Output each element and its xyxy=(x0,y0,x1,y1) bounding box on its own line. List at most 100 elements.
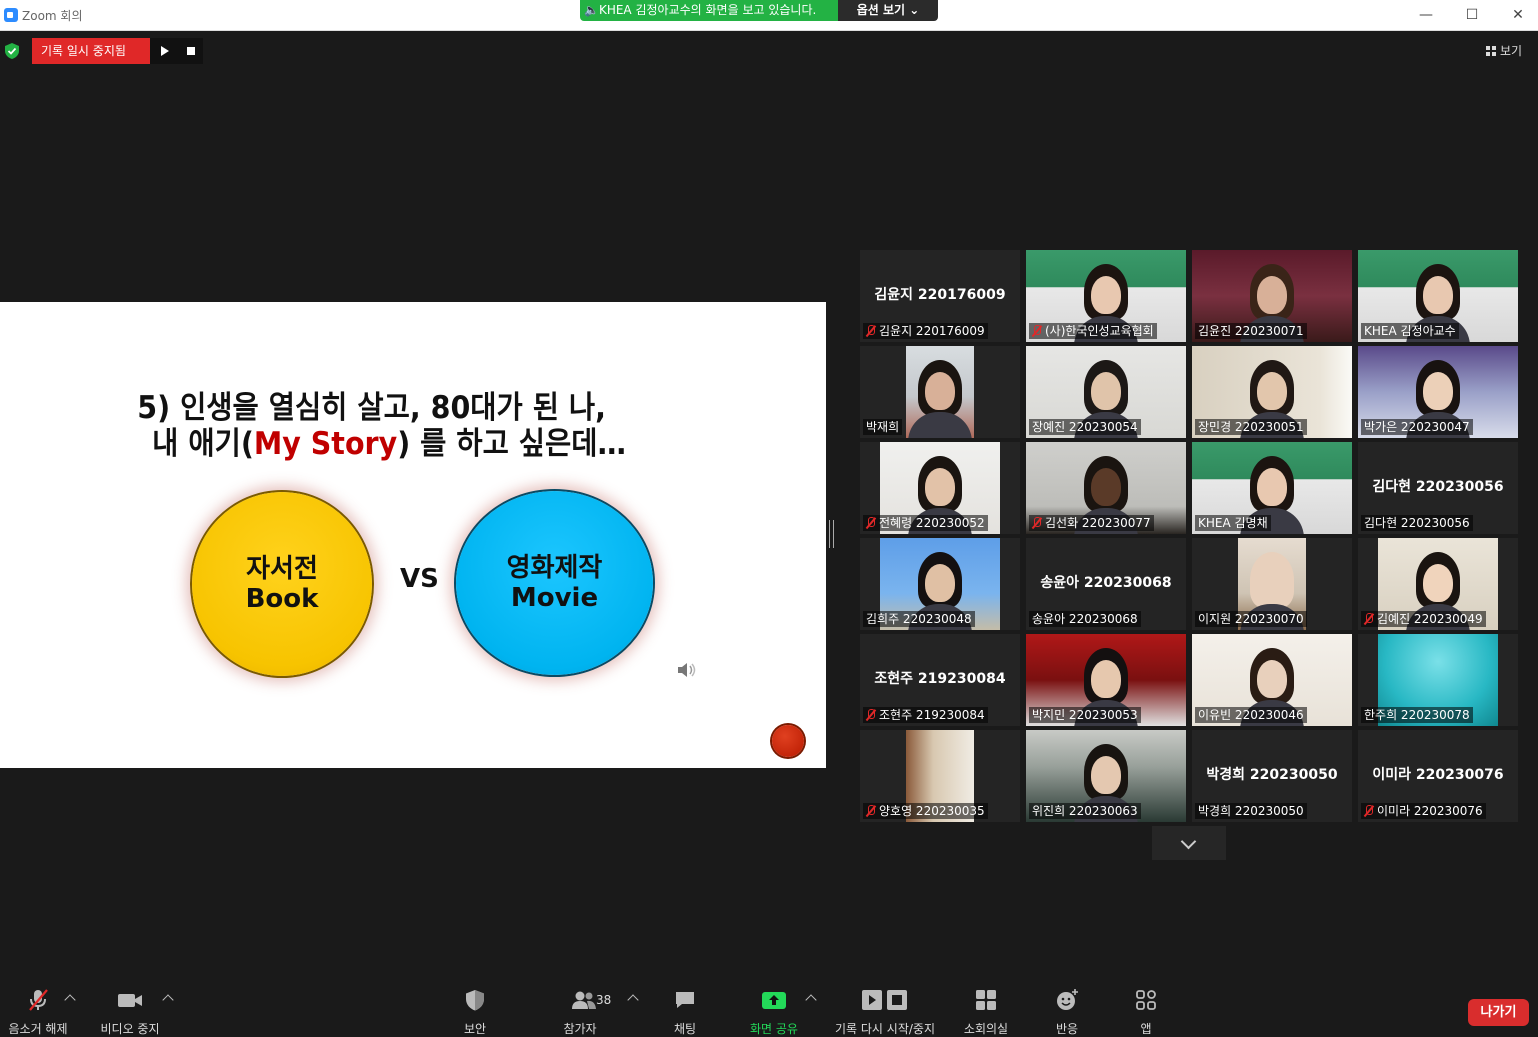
participant-name: 위진희 220230063 xyxy=(1032,804,1138,818)
participant-name-label: 위진희 220230063 xyxy=(1029,803,1141,819)
microphone-muted-icon xyxy=(1032,325,1041,337)
slide-title-line1: 5) 인생을 열심히 살고, 80대가 된 나, xyxy=(137,390,606,426)
participant-tile[interactable]: (사)한국인성교육협회 xyxy=(1026,250,1186,342)
participant-tile[interactable]: 김다현 220230056 김다현 220230056 xyxy=(1358,442,1518,534)
participant-tile[interactable]: 장민경 220230051 xyxy=(1192,346,1352,438)
share-banner-text: KHEA 김정아교수의 화면을 보고 있습니다. xyxy=(598,3,817,17)
participants-count: 38 xyxy=(596,993,612,1007)
participant-tile[interactable]: 송윤아 220230068 송윤아 220230068 xyxy=(1026,538,1186,630)
window-title: Zoom 회의 xyxy=(22,9,83,23)
unmute-label: 음소거 해제 xyxy=(8,1022,68,1036)
panel-resize-handle[interactable] xyxy=(829,520,834,548)
participant-name: 김다현 220230056 xyxy=(1364,516,1470,530)
participant-face xyxy=(925,468,955,506)
participant-tile[interactable]: 이지원 220230070 xyxy=(1192,538,1352,630)
book-circle: 자서전 Book xyxy=(192,492,372,676)
participant-tile[interactable]: 김윤지 220176009 김윤지 220176009 xyxy=(860,250,1020,342)
participant-face xyxy=(1091,660,1121,698)
book-circle-line1: 자서전 xyxy=(246,554,318,584)
microphone-muted-icon xyxy=(866,709,875,721)
participant-name: 김희주 220230048 xyxy=(866,612,972,626)
movie-circle-line1: 영화제작 xyxy=(506,553,603,583)
book-circle-line2: Book xyxy=(245,584,319,614)
shared-screen: 5) 인생을 열심히 살고, 80대가 된 나, 내 애기(My Story) … xyxy=(0,302,826,768)
title-line2-pre: 내 애기( xyxy=(152,426,254,462)
participant-tile[interactable]: 이유빈 220230046 xyxy=(1192,634,1352,726)
participant-tile[interactable]: 전혜령 220230052 xyxy=(860,442,1020,534)
participant-name: 박경희 220230050 xyxy=(1198,804,1304,818)
participant-tile[interactable]: 한주희 220230078 xyxy=(1358,634,1518,726)
participant-name-label: 이유빈 220230046 xyxy=(1195,707,1307,723)
leave-meeting-button[interactable]: 나가기 xyxy=(1468,999,1529,1026)
participant-tile[interactable]: 박지민 220230053 xyxy=(1026,634,1186,726)
participant-tile[interactable]: 박경희 220230050 박경희 220230050 xyxy=(1192,730,1352,822)
resume-recording-icon[interactable] xyxy=(161,46,169,56)
participant-name-label: 조현주 219230084 xyxy=(863,707,988,723)
gallery-view: 김윤지 220176009 김윤지 220176009 (사)한국인성교육협회 김윤진… xyxy=(860,250,1520,822)
maximize-button[interactable]: ☐ xyxy=(1452,4,1492,26)
participant-name: 송윤아 220230068 xyxy=(1032,612,1138,626)
breakout-rooms-label: 소회의실 xyxy=(963,1022,1009,1036)
close-button[interactable]: ✕ xyxy=(1498,4,1538,26)
apps-label: 앱 xyxy=(1140,1022,1152,1036)
share-screen-button[interactable]: 화면 공유 xyxy=(744,988,804,1037)
minimize-button[interactable]: — xyxy=(1406,4,1446,26)
participant-tile[interactable]: 박가은 220230047 xyxy=(1358,346,1518,438)
slide-title: 5) 인생을 열심히 살고, 80대가 된 나, 내 애기(My Story) … xyxy=(33,390,793,462)
apps-button[interactable]: 앱 xyxy=(1130,988,1162,1037)
movie-circle: 영화제작 Movie xyxy=(456,491,653,675)
share-options-caret-icon[interactable] xyxy=(805,994,817,1006)
participant-face xyxy=(1257,468,1287,506)
record-button[interactable]: 기록 다시 시작/중지 xyxy=(830,988,940,1037)
participant-tile[interactable]: 김윤진 220230071 xyxy=(1192,250,1352,342)
view-button[interactable]: 보기 xyxy=(1486,42,1532,60)
participant-tile[interactable]: 김선화 220230077 xyxy=(1026,442,1186,534)
zoom-window: Zoom 회의 — ☐ ✕ 🔈KHEA 김정아교수의 화면을 보고 있습니다. … xyxy=(0,0,1538,1037)
unmute-button[interactable]: 음소거 해제 xyxy=(4,988,72,1037)
breakout-rooms-button[interactable]: 소회의실 xyxy=(958,988,1014,1037)
participant-name: 한주희 220230078 xyxy=(1364,708,1470,722)
participant-tile[interactable]: 위진희 220230063 xyxy=(1026,730,1186,822)
participant-name: 박가은 220230047 xyxy=(1364,420,1470,434)
chat-button[interactable]: 채팅 xyxy=(664,988,706,1037)
participant-name-label: 김윤진 220230071 xyxy=(1195,323,1307,339)
participant-tile[interactable]: 장예진 220230054 xyxy=(1026,346,1186,438)
participant-name: 김예진 220230049 xyxy=(1377,612,1483,626)
video-options-caret-icon[interactable] xyxy=(162,994,174,1006)
participant-display-name: 조현주 219230084 xyxy=(874,671,1006,687)
participant-name-label: 장민경 220230051 xyxy=(1195,419,1307,435)
encryption-shield-icon[interactable] xyxy=(5,43,19,59)
participant-tile[interactable]: 김예진 220230049 xyxy=(1358,538,1518,630)
participant-name-label: (사)한국인성교육협회 xyxy=(1029,323,1157,339)
participant-name: 이지원 220230070 xyxy=(1198,612,1304,626)
participant-name: 김선화 220230077 xyxy=(1045,516,1151,530)
slide-audio-icon xyxy=(678,663,696,677)
participant-tile[interactable]: 김희주 220230048 xyxy=(860,538,1020,630)
participants-icon xyxy=(572,991,596,1009)
apps-icon xyxy=(1136,990,1156,1010)
participant-face xyxy=(1257,660,1287,698)
reactions-button[interactable]: 반응 xyxy=(1048,988,1086,1037)
participant-display-name: 박경희 220230050 xyxy=(1206,767,1338,783)
title-line2-post: ) 를 하고 싶은데… xyxy=(397,426,626,462)
gallery-next-page-button[interactable] xyxy=(1152,826,1226,860)
participant-tile[interactable]: KHEA 김정아교수 xyxy=(1358,250,1518,342)
microphone-muted-icon xyxy=(1364,613,1373,625)
participant-name-label: 박지민 220230053 xyxy=(1029,707,1141,723)
participant-tile[interactable]: 조현주 219230084 조현주 219230084 xyxy=(860,634,1020,726)
record-play-stop-icon xyxy=(862,990,907,1010)
participant-tile[interactable]: 이미라 220230076 이미라 220230076 xyxy=(1358,730,1518,822)
participant-tile[interactable]: KHEA 김명채 xyxy=(1192,442,1352,534)
participant-face xyxy=(1091,276,1121,314)
participants-options-caret-icon[interactable] xyxy=(627,994,639,1006)
participant-name-label: 전혜령 220230052 xyxy=(863,515,988,531)
participant-tile[interactable]: 양호영 220230035 xyxy=(860,730,1020,822)
security-button[interactable]: 보안 xyxy=(452,988,498,1037)
stop-recording-icon[interactable] xyxy=(187,47,195,55)
chat-label: 채팅 xyxy=(673,1022,697,1036)
zoom-logo-icon xyxy=(4,8,18,22)
participant-tile[interactable]: 박재희 xyxy=(860,346,1020,438)
stop-video-button[interactable]: 비디오 중지 xyxy=(96,988,164,1037)
participant-name: KHEA 김명채 xyxy=(1198,516,1268,530)
view-options-button[interactable]: 옵션 보기 ⌄ xyxy=(838,0,938,21)
